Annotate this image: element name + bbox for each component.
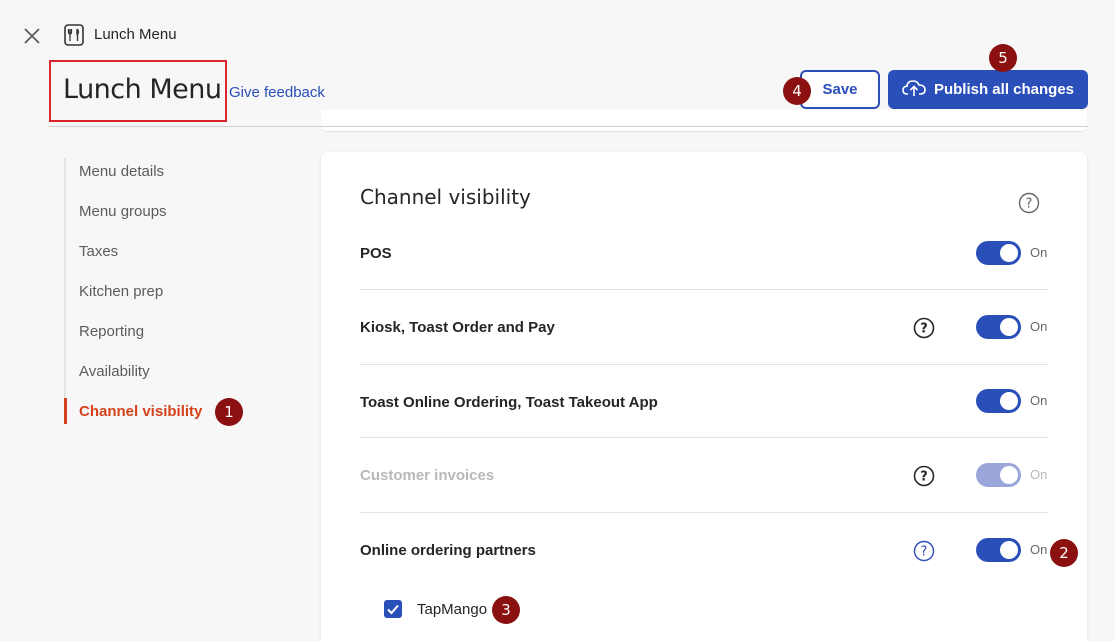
menu-utensils-icon [64,24,84,46]
toggle-online-ordering[interactable] [976,389,1021,413]
side-nav: Menu details Menu groups Taxes Kitchen p… [64,158,304,424]
give-feedback-link[interactable]: Give feedback [229,84,325,101]
publish-button-label: Publish all changes [933,81,1075,98]
nav-item-reporting[interactable]: Reporting [79,323,144,340]
nav-item-kitchen-prep[interactable]: Kitchen prep [79,283,163,300]
nav-item-availability[interactable]: Availability [79,363,150,380]
channel-label-online-ordering: Toast Online Ordering, Toast Takeout App [360,394,658,411]
svg-text:?: ? [921,545,928,560]
nav-item-channel-visibility[interactable]: Channel visibility [79,403,202,420]
previous-card-edge [321,110,1087,132]
svg-text:?: ? [920,470,928,485]
callout-badge-5: 5 [989,44,1017,72]
tapmango-label: TapMango [417,601,488,618]
channel-label-customer-invoices: Customer invoices [360,467,495,484]
callout-badge-1: 1 [215,398,243,426]
toggle-ordering-partners[interactable] [976,538,1021,562]
channel-label-pos: POS [360,245,392,262]
channel-label-ordering-partners: Online ordering partners [360,542,536,559]
callout-badge-4: 4 [783,77,811,105]
toggle-knob [1000,541,1018,559]
save-button[interactable]: Save [800,70,880,109]
nav-item-menu-details[interactable]: Menu details [79,163,164,180]
toggle-knob [1000,466,1018,484]
row-divider [360,289,1048,290]
toggle-knob [1000,392,1018,410]
row-divider [360,437,1048,438]
cloud-upload-icon [902,78,926,102]
toggle-state-customer-invoices: On [1030,467,1048,482]
help-circle-icon[interactable]: ? [913,465,935,487]
toggle-knob [1000,244,1018,262]
help-circle-icon[interactable]: ? [913,540,935,562]
svg-text:?: ? [1026,197,1033,212]
toggle-state-online-ordering: On [1030,393,1048,408]
channel-visibility-card: Channel visibility ? POS On Kiosk, Toast… [321,152,1087,641]
close-icon[interactable] [20,24,44,48]
card-title: Channel visibility [360,185,531,209]
page-title: Lunch Menu [63,74,222,105]
top-bar: Lunch Menu [0,0,1115,60]
help-circle-icon[interactable]: ? [913,317,935,339]
save-button-label: Save [822,81,858,98]
toggle-state-pos: On [1030,245,1048,260]
breadcrumb-title: Lunch Menu [94,26,177,43]
nav-active-indicator [64,398,67,424]
row-divider [360,364,1048,365]
toggle-knob [1000,318,1018,336]
toggle-kiosk[interactable] [976,315,1021,339]
callout-badge-3: 3 [492,596,520,624]
row-divider [360,512,1048,513]
toggle-pos[interactable] [976,241,1021,265]
tapmango-checkbox[interactable] [384,600,402,618]
header-divider [49,126,1088,127]
callout-badge-2: 2 [1050,539,1078,567]
nav-item-menu-groups[interactable]: Menu groups [79,203,167,220]
toggle-state-kiosk: On [1030,319,1048,334]
svg-text:?: ? [920,322,928,337]
channel-label-kiosk: Kiosk, Toast Order and Pay [360,319,555,336]
help-circle-icon[interactable]: ? [1018,192,1040,214]
nav-item-taxes[interactable]: Taxes [79,243,118,260]
publish-all-changes-button[interactable]: Publish all changes [888,70,1088,109]
toggle-state-ordering-partners: On [1030,542,1048,557]
toggle-customer-invoices[interactable] [976,463,1021,487]
